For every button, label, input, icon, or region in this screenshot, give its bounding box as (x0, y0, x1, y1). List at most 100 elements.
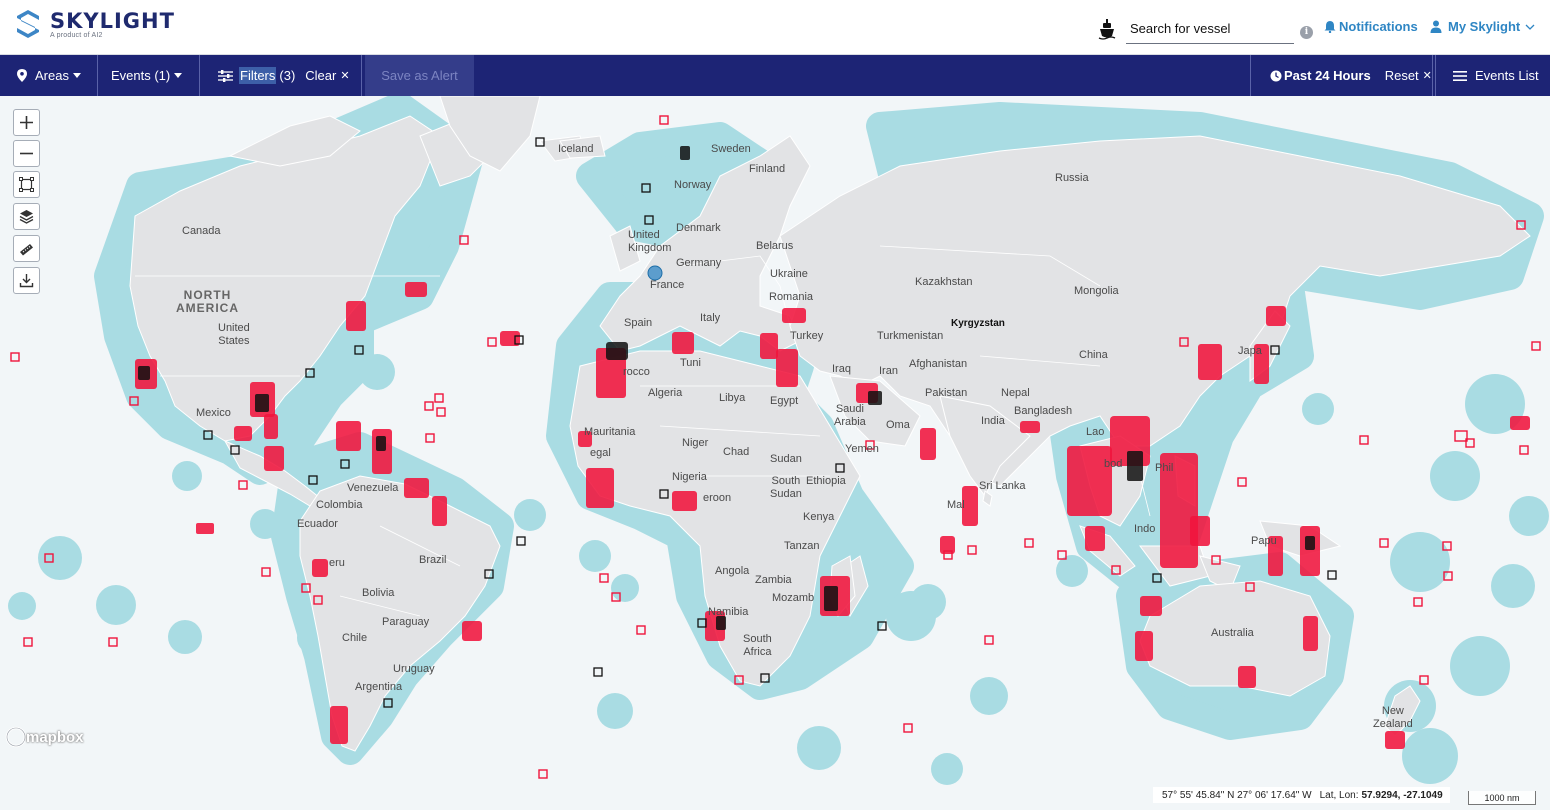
reset-time-button[interactable]: Reset ✕ (1385, 68, 1432, 83)
label-kenya: Kenya (803, 511, 835, 523)
mapbox-label: mapbox (26, 729, 84, 746)
map-toolbar: Areas Events (1) Filters (3) Clear ✕ Sav… (0, 55, 1550, 96)
time-range-control[interactable]: Past 24 Hours Reset ✕ (1250, 55, 1433, 96)
map-scale-bar: 1000 nm (1468, 791, 1536, 805)
latlon-label: Lat, Lon: (1319, 789, 1359, 801)
close-icon: ✕ (340, 70, 350, 82)
chevron-down-icon (1525, 24, 1535, 30)
label-south-africa: South Africa (743, 633, 772, 658)
ship-icon (1098, 19, 1116, 40)
skylight-logo-icon (17, 10, 39, 38)
filters-button[interactable]: Filters (239, 67, 277, 84)
label-nigeria: Nigeria (672, 471, 707, 483)
label-saudi-arabia: Saudi Arabia (834, 403, 866, 428)
time-range-label: Past 24 Hours (1284, 68, 1371, 83)
label-senegal: egal (590, 447, 611, 459)
label-egypt: Egypt (770, 395, 799, 407)
clock-icon (1270, 70, 1282, 81)
label-iceland: Iceland (558, 143, 594, 155)
label-new-zealand: New Zealand (1373, 705, 1413, 730)
label-belarus: Belarus (756, 240, 794, 252)
brand-tagline: A product of AI2 (50, 32, 103, 39)
info-icon[interactable]: i (1300, 25, 1313, 39)
notifications-link[interactable]: Notifications (1324, 19, 1418, 34)
coordinates-dms: 57° 55' 45.84" N 27° 06' 17.64" W (1162, 789, 1312, 801)
label-mozambique: Mozamb (772, 592, 815, 604)
label-philippines: Phil (1155, 462, 1174, 474)
events-dropdown[interactable]: Events (1) (98, 55, 200, 96)
layers-button[interactable] (13, 203, 40, 230)
label-afghanistan: Afghanistan (909, 358, 968, 370)
filter-sliders-icon[interactable] (218, 69, 233, 82)
events-list-button[interactable]: Events List (1435, 55, 1550, 96)
label-laos: Lao (1086, 426, 1105, 438)
vessel-search: i (1098, 14, 1313, 44)
label-ethiopia: Ethiopia (806, 475, 846, 487)
label-france: France (650, 279, 685, 291)
label-niger: Niger (682, 437, 709, 449)
vessel-search-input[interactable] (1126, 14, 1294, 44)
label-nepal: Nepal (1001, 387, 1030, 399)
label-indonesia: Indo (1134, 523, 1156, 535)
zoom-in-button[interactable] (13, 109, 40, 136)
label-maldives: Mal (947, 499, 965, 511)
draw-area-icon (19, 177, 34, 192)
label-venezuela: Venezuela (347, 482, 399, 494)
label-finland: Finland (749, 163, 786, 175)
skylight-logo[interactable]: SKYLIGHT A product of AI2 (16, 9, 175, 39)
label-peru: eru (329, 557, 345, 569)
label-turkey: Turkey (790, 330, 824, 342)
cursor-coordinates: 57° 55' 45.84" N 27° 06' 17.64" W Lat, L… (1153, 787, 1450, 803)
events-list-label: Events List (1475, 68, 1539, 83)
clear-filters-button[interactable]: Clear ✕ (305, 68, 349, 83)
filters-group: Filters (3) Clear ✕ (200, 55, 362, 96)
areas-dropdown[interactable]: Areas (0, 55, 98, 96)
label-italy: Italy (700, 312, 721, 324)
label-united-states: United States (218, 322, 250, 347)
label-uruguay: Uruguay (393, 663, 435, 675)
label-romania: Romania (769, 291, 814, 303)
layers-icon (19, 210, 34, 224)
close-icon: ✕ (1422, 70, 1432, 82)
measure-button[interactable] (13, 235, 40, 262)
label-cambodia: bod (1104, 458, 1123, 470)
ruler-icon (20, 244, 33, 256)
label-sudan: Sudan (770, 453, 802, 465)
label-mauritania: Mauritania (584, 426, 636, 438)
label-pakistan: Pakistan (925, 387, 968, 399)
label-colombia: Colombia (316, 499, 363, 511)
label-iraq: Iraq (832, 363, 851, 375)
label-india: India (981, 415, 1005, 427)
label-mongolia: Mongolia (1074, 285, 1119, 297)
zoom-in-icon (20, 116, 33, 129)
download-button[interactable] (13, 267, 40, 294)
mapbox-attribution[interactable]: mapbox (6, 729, 84, 746)
label-japan: Japa (1238, 345, 1262, 357)
label-angola: Angola (715, 565, 750, 577)
list-icon (1453, 70, 1467, 81)
areas-label: Areas (35, 68, 69, 83)
label-brazil: Brazil (419, 554, 447, 566)
events-label: Events (1) (111, 68, 171, 83)
world-map[interactable]: Iceland Sweden Finland Norway Russia Can… (0, 96, 1550, 810)
reset-label: Reset (1384, 68, 1419, 83)
label-turkmenistan: Turkmenistan (877, 330, 944, 342)
label-united-kingdom: United Kingdom (628, 229, 672, 254)
user-icon (1430, 20, 1442, 33)
label-kazakhstan: Kazakhstan (915, 276, 973, 288)
draw-area-button[interactable] (13, 171, 40, 198)
save-as-alert-button[interactable]: Save as Alert (365, 55, 474, 96)
label-bolivia: Bolivia (362, 587, 395, 599)
label-chad: Chad (723, 446, 750, 458)
label-oman: Oma (886, 419, 910, 431)
notifications-label: Notifications (1339, 19, 1418, 34)
label-bangladesh: Bangladesh (1014, 405, 1073, 417)
zoom-out-button[interactable] (13, 140, 40, 167)
account-menu[interactable]: My Skylight (1430, 19, 1541, 34)
zoom-out-icon (20, 152, 33, 155)
bell-icon (1324, 21, 1336, 33)
label-north-america: NORTH AMERICA (176, 288, 239, 315)
account-label: My Skylight (1448, 19, 1521, 34)
label-tunisia: Tuni (680, 357, 701, 369)
selected-vessel-marker[interactable] (647, 265, 663, 281)
